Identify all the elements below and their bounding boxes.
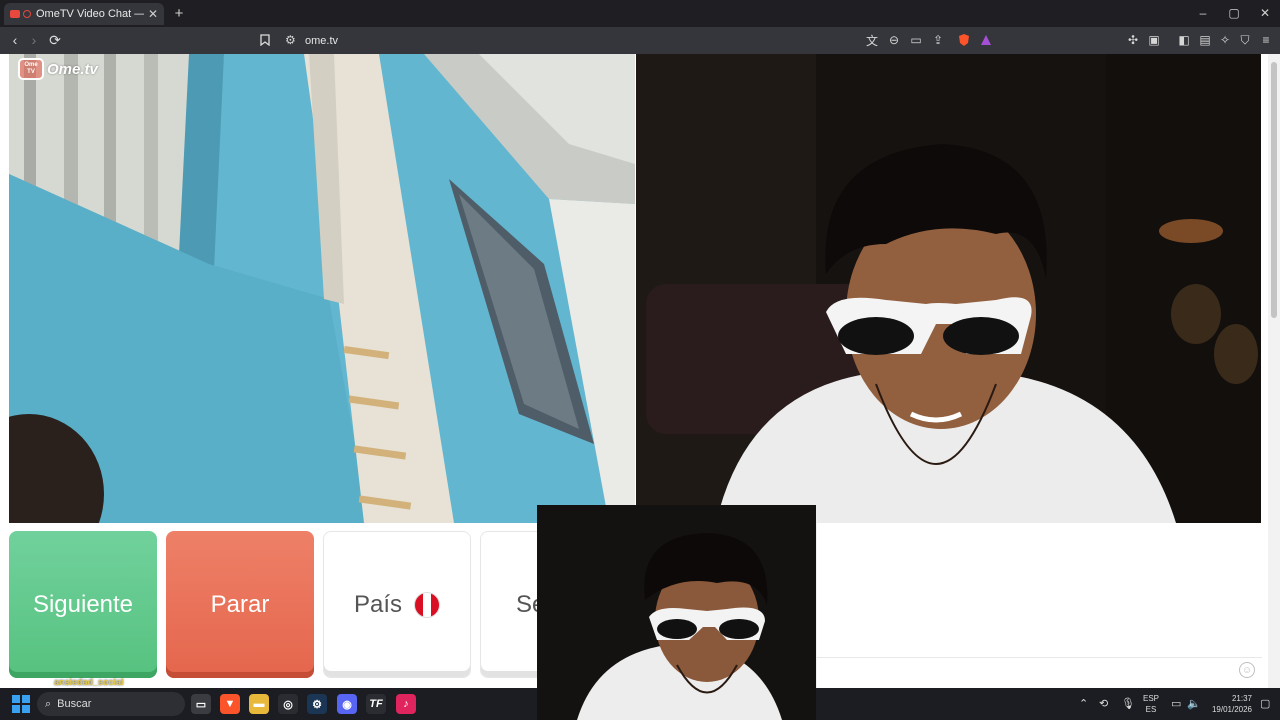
language-code: ESP <box>1143 694 1160 703</box>
minimize-button[interactable]: – <box>1188 4 1218 22</box>
scrollbar-thumb[interactable] <box>1271 62 1277 318</box>
discord-icon[interactable]: ◉ <box>337 694 357 714</box>
browser-tab[interactable]: OmeTV Video Chat — Omeg ✕ <box>4 3 164 25</box>
forward-icon[interactable]: › <box>24 31 44 49</box>
cast-icon[interactable]: ▭ <box>908 32 924 48</box>
menu-icon[interactable]: ≡ <box>1258 32 1274 48</box>
file-explorer-icon[interactable]: ▬ <box>249 694 269 714</box>
tf-app-icon[interactable]: TF <box>366 694 386 714</box>
keyboard-layout: ES <box>1145 705 1157 714</box>
zoom-icon[interactable]: ⊖ <box>886 32 902 48</box>
country-label: País <box>353 590 403 618</box>
page-scrollbar[interactable] <box>1268 54 1280 688</box>
chat-area[interactable]: ☺ <box>816 523 1262 688</box>
extensions-icon[interactable]: ✣ <box>1125 32 1141 48</box>
emoji-icon[interactable]: ☺ <box>1239 662 1255 678</box>
sex-button[interactable]: Sexo <box>480 531 540 678</box>
new-tab-button[interactable]: + <box>170 3 188 23</box>
tab-title: OmeTV Video Chat — Omeg <box>36 8 144 20</box>
language-indicator[interactable]: ESP ES <box>1143 693 1159 715</box>
self-webcam-video <box>636 54 1261 523</box>
microphone-icon[interactable]: 🎙 <box>1121 697 1135 710</box>
tiktok-icon[interactable]: ♪ <box>396 694 416 714</box>
chat-input-divider <box>817 657 1262 658</box>
tab-search-icon[interactable]: ▣ <box>1146 32 1162 48</box>
search-placeholder: Buscar <box>57 698 92 710</box>
share-icon[interactable]: ⇪ <box>930 32 946 48</box>
next-button[interactable]: Siguiente <box>9 531 157 678</box>
brave-rewards-icon[interactable] <box>978 32 994 48</box>
navigation-bar: ‹ › ⟳ ⚙ ome.tv 文 ⊖ ▭ ⇪ ✣ ▣ ◧ ▤ ✧ ⛉ ≡ <box>0 27 1280 54</box>
back-icon[interactable]: ‹ <box>5 31 25 49</box>
tab-close-icon[interactable]: ✕ <box>148 7 158 21</box>
show-hidden-icons-icon[interactable]: ⌃ <box>1079 697 1088 710</box>
tab-bar: OmeTV Video Chat — Omeg ✕ + – ▢ ✕ <box>0 0 1280 27</box>
brave-shield-icon[interactable] <box>956 32 972 48</box>
maximize-button[interactable]: ▢ <box>1219 4 1249 22</box>
brave-browser-icon[interactable]: ▼ <box>220 694 240 714</box>
clock-date: 19/01/2026 <box>1211 705 1252 714</box>
stop-button[interactable]: Parar <box>166 531 314 678</box>
logo-text: Ome.tv <box>47 60 98 78</box>
close-window-button[interactable]: ✕ <box>1250 4 1280 22</box>
taskbar-search[interactable]: ⌕ Buscar <box>37 692 185 716</box>
network-icon[interactable]: ▭ <box>1171 697 1181 710</box>
clock-time: 21:37 <box>1231 694 1252 703</box>
bookmark-icon[interactable] <box>255 31 275 49</box>
url-text[interactable]: ome.tv <box>305 35 338 47</box>
task-view-icon[interactable]: ▭ <box>191 694 211 714</box>
peru-flag-icon <box>414 591 441 618</box>
translate-icon[interactable]: 文 <box>864 32 880 48</box>
taskbar-clock[interactable]: 21:37 19/01/2026 <box>1206 693 1252 715</box>
search-icon: ⌕ <box>45 697 52 710</box>
ometv-favicon-icon <box>10 10 20 18</box>
notifications-icon[interactable]: ▢ <box>1260 697 1270 710</box>
sync-icon[interactable]: ⟲ <box>1099 697 1108 710</box>
leo-ai-icon[interactable]: ✧ <box>1217 32 1233 48</box>
facecam-overlay <box>537 505 816 720</box>
stranger-video <box>9 54 635 523</box>
volume-icon[interactable]: 🔈 <box>1187 697 1201 710</box>
sidebar-icon[interactable]: ◧ <box>1176 32 1192 48</box>
windows-start-icon[interactable] <box>12 695 30 713</box>
streamer-watermark: ansiedad_social <box>54 677 124 687</box>
ometv-logo[interactable]: Ome TV Ome.tv <box>18 58 98 80</box>
country-button[interactable]: País <box>323 531 471 678</box>
wallet-icon[interactable]: ▤ <box>1197 32 1213 48</box>
logo-badge: Ome TV <box>18 58 44 80</box>
site-info-icon[interactable]: ⚙ <box>285 33 301 49</box>
vpn-icon[interactable]: ⛉ <box>1237 32 1253 48</box>
steam-icon[interactable]: ⚙ <box>307 694 327 714</box>
audio-playing-icon[interactable] <box>23 10 31 18</box>
chrome-icon[interactable]: ◎ <box>278 694 298 714</box>
reload-icon[interactable]: ⟳ <box>45 31 65 49</box>
